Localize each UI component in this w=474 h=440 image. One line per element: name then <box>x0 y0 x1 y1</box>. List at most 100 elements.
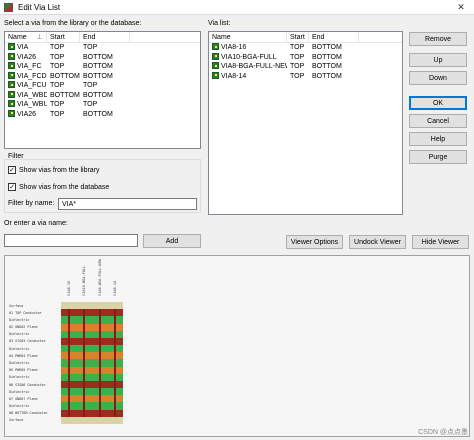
checkbox-box[interactable]: ✓ <box>8 166 16 174</box>
up-button[interactable]: Up <box>409 53 467 67</box>
via-start-cell: TOP <box>290 44 305 51</box>
via-barrel <box>67 380 70 389</box>
via-barrel <box>98 373 101 381</box>
via-start-cell: TOP <box>50 82 65 89</box>
via-barrel <box>114 337 117 346</box>
via-barrel <box>83 366 86 374</box>
viewer-layer-label: Dielectric <box>9 375 30 380</box>
viewer-layer-label: Dielectric <box>9 317 30 322</box>
viewer-layer-label: Dielectric <box>9 332 30 337</box>
via-list[interactable]: Name Start End VIA8-16 TOP BOTTOM VIA10-BGA… <box>208 31 403 215</box>
viewer-layer-cell <box>107 416 123 424</box>
list-item[interactable]: VIA_WBD BOTTOM BOTTOM <box>5 90 200 101</box>
checkbox-box[interactable]: ✓ <box>8 183 16 191</box>
via-barrel <box>83 352 86 360</box>
via-barrel <box>98 337 101 346</box>
undock-viewer-button[interactable]: Undock Viewer <box>349 235 406 249</box>
via-barrel <box>98 402 101 410</box>
column-header-start[interactable]: Start <box>287 31 309 43</box>
library-list-header: Name ⊥ Start End <box>5 31 200 43</box>
via-name-input[interactable] <box>4 234 138 247</box>
list-item[interactable]: VIA26 TOP BOTTOM <box>5 52 200 63</box>
list-item[interactable]: VIA26 TOP BOTTOM <box>5 109 200 120</box>
viewer-layer-label: 01 TOP Conductor <box>9 310 42 315</box>
column-header-start[interactable]: Start <box>47 31 80 43</box>
purge-button[interactable]: Purge <box>409 150 467 164</box>
list-item[interactable]: VIA10-BGA-FULL TOP BOTTOM <box>209 52 402 63</box>
list-item[interactable]: VIA8-BGA-FULL-NEW TOP BOTTOM <box>209 62 402 72</box>
via-barrel <box>98 316 101 324</box>
via-barrel <box>98 409 101 417</box>
viewer-layer-label: Surface <box>9 418 24 423</box>
via-barrel <box>83 337 86 346</box>
viewer-options-button[interactable]: Viewer Options <box>286 235 343 249</box>
viewer-layer-label: 07 GND07 Plane <box>9 396 38 401</box>
list-item[interactable]: VIA_FC TOP BOTTOM <box>5 62 200 72</box>
via-name-text: VIA <box>17 44 29 51</box>
via-barrel <box>98 388 101 396</box>
title-bar: Edit Via List ✕ <box>0 0 474 15</box>
via-barrel <box>83 345 86 353</box>
viewer-column-label: VIA10-BGA-FULL <box>82 265 87 296</box>
via-start-cell: TOP <box>50 44 65 51</box>
via-name-cell: VIA8-16 <box>209 43 287 53</box>
via-name-text: VIA26 <box>17 110 37 118</box>
window-title: Edit Via List <box>18 2 61 12</box>
show-library-checkbox[interactable]: ✓ Show vias from the library <box>8 166 100 174</box>
via-end-cell: BOTTOM <box>83 91 113 99</box>
viewer-layer-label: 05 PWR05 Plane <box>9 368 38 373</box>
via-barrel <box>83 359 86 367</box>
via-start-cell: TOP <box>290 63 305 70</box>
column-header-name[interactable]: Name ⊥ <box>5 31 47 43</box>
via-name-cell: VIA_FCU <box>5 81 47 91</box>
via-start-cell: TOP <box>50 110 65 118</box>
column-header-end[interactable]: End <box>309 31 359 43</box>
via-barrel <box>98 359 101 367</box>
via-barrel <box>67 359 70 367</box>
via-name-cell: VIA8-14 <box>209 71 287 82</box>
via-barrel <box>98 330 101 338</box>
help-button[interactable]: Help <box>409 132 467 146</box>
list-item[interactable]: VIA TOP TOP <box>5 43 200 53</box>
via-name-text: VIA26 <box>17 53 37 61</box>
via-barrel <box>98 395 101 403</box>
library-label: Select a via from the library or the dat… <box>4 20 142 27</box>
hide-viewer-button[interactable]: Hide Viewer <box>412 235 469 249</box>
via-barrel <box>98 323 101 331</box>
cancel-button[interactable]: Cancel <box>409 114 467 128</box>
list-item[interactable]: VIA_FCU TOP TOP <box>5 81 200 91</box>
viewer-layer-cell <box>61 302 77 310</box>
via-name-text: VIA_FCD <box>17 72 47 80</box>
viewer-layer-label: Dielectric <box>9 346 30 351</box>
via-barrel <box>98 380 101 389</box>
via-name-text: VIA10-BGA-FULL <box>221 53 277 61</box>
close-icon[interactable]: ✕ <box>448 0 474 15</box>
column-header-end[interactable]: End <box>80 31 130 43</box>
filter-by-name-input[interactable]: VIA* <box>58 198 197 210</box>
via-end-cell: TOP <box>83 101 98 108</box>
down-button[interactable]: Down <box>409 71 467 85</box>
via-start-cell: TOP <box>50 53 65 61</box>
via-icon <box>8 43 15 50</box>
via-end-cell: BOTTOM <box>312 72 342 80</box>
via-barrel <box>114 345 117 353</box>
check-icon: ✓ <box>9 184 15 191</box>
viewer-column-label: VIA8-BGA-FULL-NEW <box>97 259 102 296</box>
list-item[interactable]: VIA_WBU TOP TOP <box>5 100 200 110</box>
via-barrel <box>67 316 70 324</box>
list-item[interactable]: VIA8-14 TOP BOTTOM <box>209 71 402 82</box>
list-item[interactable]: VIA8-16 TOP BOTTOM <box>209 43 402 53</box>
via-barrel <box>83 409 86 417</box>
library-list[interactable]: Name ⊥ Start End VIA TOP TOP VIA26 TOP BOTTOM… <box>4 31 201 149</box>
remove-button[interactable]: Remove <box>409 32 467 46</box>
ok-button[interactable]: OK <box>409 96 467 110</box>
viewer-layer-cell <box>76 416 92 424</box>
show-database-checkbox[interactable]: ✓ Show vias from the database <box>8 183 109 191</box>
via-start-cell: TOP <box>50 101 65 108</box>
via-barrel <box>98 345 101 353</box>
column-header-name[interactable]: Name <box>209 31 287 43</box>
via-end-cell: BOTTOM <box>312 53 342 61</box>
via-barrel <box>114 366 117 374</box>
add-button[interactable]: Add <box>143 234 201 248</box>
list-item[interactable]: VIA_FCD BOTTOM BOTTOM <box>5 71 200 82</box>
